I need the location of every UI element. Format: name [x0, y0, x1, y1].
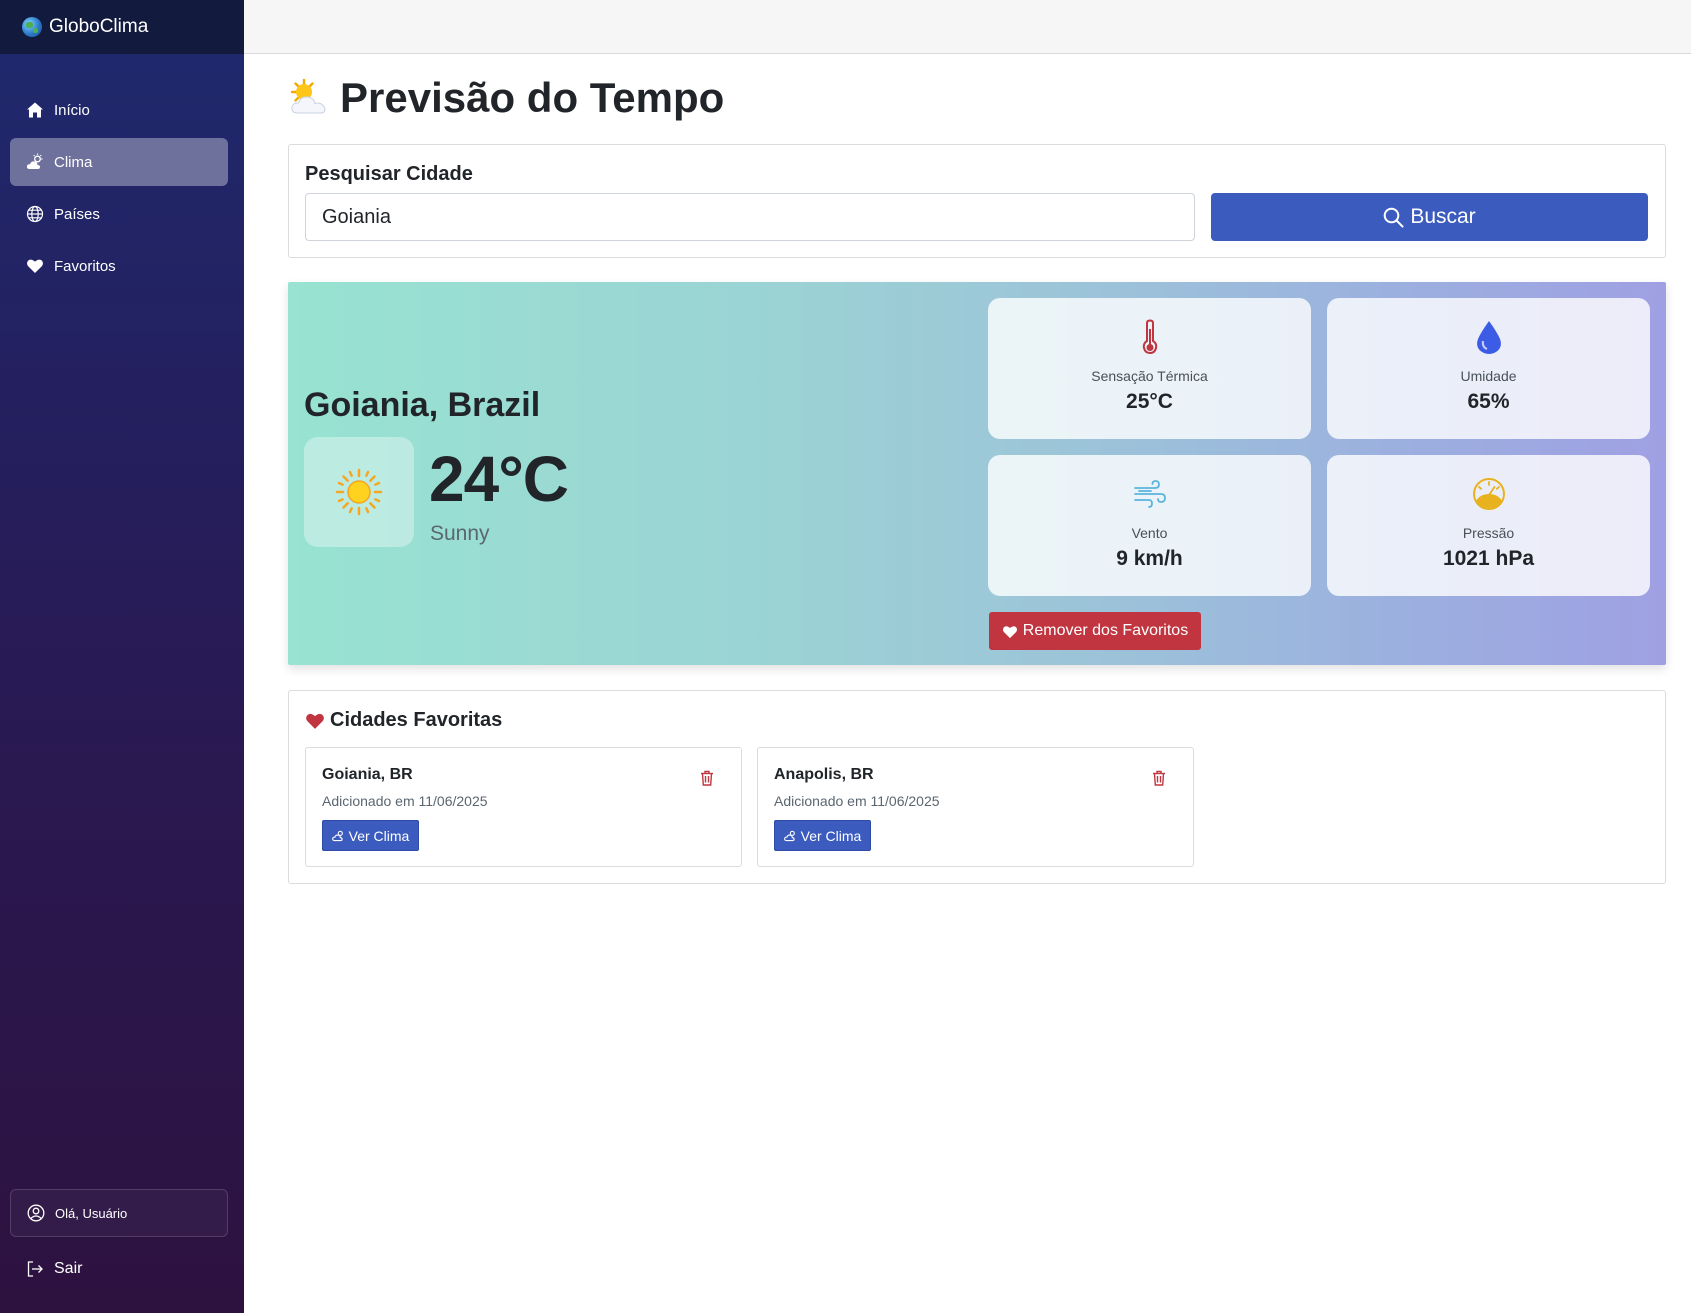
sidebar-item-label: Favoritos — [54, 257, 116, 275]
user-greeting-text: Olá, Usuário — [55, 1205, 128, 1221]
humidity-value: 65% — [1467, 390, 1510, 413]
wind-label: Vento — [1131, 525, 1168, 541]
view-weather-button[interactable]: Ver Clima — [322, 820, 419, 851]
search-card: Pesquisar Cidade Buscar — [288, 144, 1666, 258]
user-circle-icon — [27, 1204, 45, 1222]
sidebar-item-label: Clima — [54, 153, 93, 171]
cloud-sun-icon — [331, 829, 345, 842]
humidity-label: Umidade — [1460, 368, 1517, 384]
favorite-date: Adicionado em 11/06/2025 — [774, 793, 940, 809]
current-weather-card: Goiania, Brazil 24°C Sunny Sensação Térm… — [288, 282, 1666, 665]
logout-label: Sair — [54, 1260, 83, 1277]
sidebar: GloboClima Início Clima Países Favoritos… — [0, 0, 244, 1313]
search-button-label: Buscar — [1410, 205, 1476, 228]
weather-condition: Sunny — [430, 522, 490, 545]
trash-icon[interactable] — [700, 770, 716, 788]
main-content: Previsão do Tempo Pesquisar Cidade Busca… — [244, 54, 1691, 1313]
favorite-city-name: Anapolis, BR — [774, 766, 874, 783]
sunny-icon — [304, 437, 414, 547]
gauge-icon — [1472, 475, 1506, 513]
favorite-city-item: Anapolis, BR Adicionado em 11/06/2025 Ve… — [757, 747, 1194, 867]
favorite-cities-card: Cidades Favoritas Goiania, BR Adicionado… — [288, 690, 1666, 884]
sidebar-item-label: Início — [54, 101, 90, 119]
trash-icon[interactable] — [1152, 770, 1168, 788]
droplet-icon — [1475, 318, 1503, 356]
brand[interactable]: GloboClima — [0, 0, 244, 54]
view-weather-label: Ver Clima — [348, 827, 410, 844]
favorites-title-text: Cidades Favoritas — [330, 709, 503, 731]
globe-icon — [26, 205, 44, 223]
search-icon — [1383, 207, 1404, 228]
heart-icon — [26, 257, 44, 275]
temperature: 24°C — [429, 443, 569, 515]
pressure-card: Pressão 1021 hPa — [1327, 455, 1650, 596]
page-title-text: Previsão do Tempo — [340, 74, 725, 121]
wind-value: 9 km/h — [1116, 547, 1183, 570]
feels-like-value: 25°C — [1126, 390, 1173, 413]
favorite-city-name: Goiania, BR — [322, 766, 413, 783]
heart-icon — [1002, 624, 1018, 639]
search-button[interactable]: Buscar — [1211, 193, 1648, 241]
sidebar-item-favoritos[interactable]: Favoritos — [10, 242, 228, 290]
sidebar-item-inicio[interactable]: Início — [10, 86, 228, 134]
heart-icon — [305, 711, 325, 730]
view-weather-button[interactable]: Ver Clima — [774, 820, 871, 851]
city-name: Goiania, Brazil — [304, 386, 541, 424]
view-weather-label: Ver Clima — [800, 827, 862, 844]
sidebar-item-clima[interactable]: Clima — [10, 138, 228, 186]
wind-icon — [1133, 475, 1167, 513]
globe-logo-icon — [22, 17, 42, 37]
logout-icon — [26, 1260, 44, 1278]
feels-like-label: Sensação Térmica — [1091, 368, 1208, 384]
favorite-city-item: Goiania, BR Adicionado em 11/06/2025 Ver… — [305, 747, 742, 867]
humidity-card: Umidade 65% — [1327, 298, 1650, 439]
sidebar-nav: Início Clima Países Favoritos — [10, 86, 228, 294]
wind-card: Vento 9 km/h — [988, 455, 1311, 596]
search-label: Pesquisar Cidade — [305, 163, 473, 185]
remove-favorite-label: Remover dos Favoritos — [1022, 622, 1189, 639]
sidebar-item-paises[interactable]: Países — [10, 190, 228, 238]
feels-like-card: Sensação Térmica 25°C — [988, 298, 1311, 439]
city-search-input[interactable] — [305, 193, 1195, 241]
user-greeting[interactable]: Olá, Usuário — [10, 1189, 228, 1237]
logout-button[interactable]: Sair — [26, 1260, 82, 1278]
app-title: GloboClima — [49, 16, 149, 37]
pressure-label: Pressão — [1462, 525, 1515, 541]
pressure-value: 1021 hPa — [1442, 547, 1535, 570]
cloud-sun-icon — [783, 829, 797, 842]
home-icon — [26, 101, 44, 119]
top-bar — [244, 0, 1691, 54]
sidebar-item-label: Países — [54, 205, 100, 223]
thermometer-icon — [1141, 318, 1159, 356]
cloud-sun-icon — [26, 153, 44, 171]
favorite-date: Adicionado em 11/06/2025 — [322, 793, 488, 809]
favorites-title: Cidades Favoritas — [305, 709, 502, 732]
remove-favorite-button[interactable]: Remover dos Favoritos — [989, 612, 1201, 650]
sun-behind-cloud-icon — [288, 77, 330, 119]
page-title: Previsão do Tempo — [288, 74, 724, 122]
